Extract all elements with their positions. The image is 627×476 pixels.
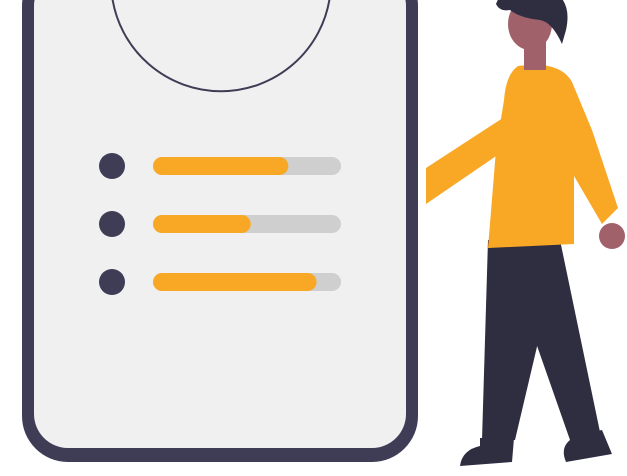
bullet-dot-icon: [99, 153, 125, 179]
bullet-dot-icon: [99, 211, 125, 237]
bullet-dot-icon: [99, 269, 125, 295]
person-hand-right: [599, 223, 625, 249]
person-shoe-back: [460, 438, 514, 466]
progress-fill: [153, 157, 289, 175]
person-shirt: [488, 64, 618, 248]
illustration: [0, 0, 627, 476]
progress-fill: [153, 215, 251, 233]
progress-fill: [153, 273, 317, 291]
person-figure: [426, 0, 625, 466]
illustration-svg: [22, 0, 625, 466]
